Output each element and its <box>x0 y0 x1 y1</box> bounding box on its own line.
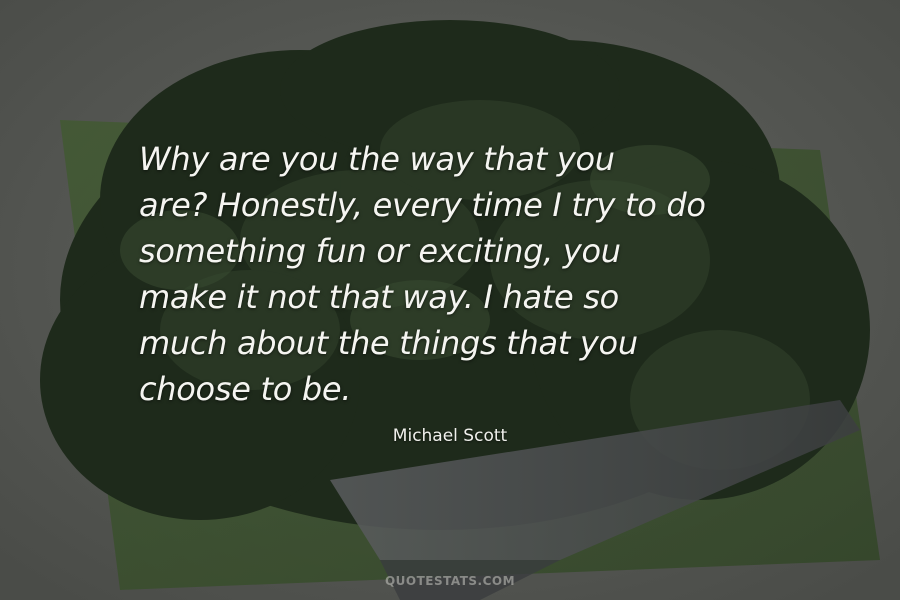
quote-author: Michael Scott <box>392 426 508 446</box>
quote-line: choose to be. <box>139 370 352 408</box>
site-watermark: QUOTESTATS.COM <box>384 574 516 588</box>
quote-line: Why are you the way that you <box>139 140 615 178</box>
quote-line: something fun or exciting, you <box>139 232 621 270</box>
quote-text: Why are you the way that you are? Honest… <box>139 136 839 412</box>
quote-line: make it not that way. I hate so <box>139 278 619 316</box>
quote-line: are? Honestly, every time I try to do <box>139 186 706 224</box>
quote-line: much about the things that you <box>139 324 638 362</box>
